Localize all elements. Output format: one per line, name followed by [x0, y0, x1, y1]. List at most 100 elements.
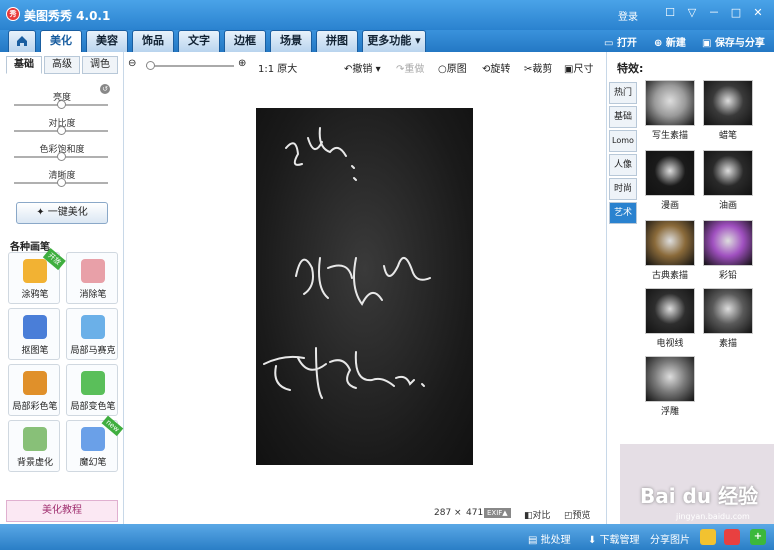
tab-scene[interactable]: 场景 — [270, 30, 312, 52]
effect-oil[interactable]: 油画 — [703, 150, 753, 212]
slider-saturation[interactable] — [14, 152, 108, 161]
tab-frame[interactable]: 边框 — [224, 30, 266, 52]
message-icon[interactable]: ☐ — [662, 6, 678, 20]
left-panel: 基础 高级 调色 ↺ 亮度 对比度 色彩饱和度 清晰度 ✦ 一键美化 各种画笔 … — [0, 52, 124, 524]
effect-classic-sketch[interactable]: 古典素描 — [645, 220, 695, 282]
effect-crayon[interactable]: 蜡笔 — [703, 80, 753, 142]
category-art[interactable]: 艺术 — [609, 202, 637, 224]
slider-sharpness[interactable] — [14, 178, 108, 187]
close-button[interactable]: ✕ — [750, 6, 766, 20]
effect-comic[interactable]: 漫画 — [645, 150, 695, 212]
add-icon[interactable]: + — [750, 529, 766, 545]
category-basic[interactable]: 基础 — [609, 106, 637, 128]
rotate-label: 旋转 — [490, 64, 511, 75]
login-button[interactable]: 登录 — [618, 8, 638, 23]
effect-sketch[interactable]: 写生素描 — [645, 80, 695, 142]
crop-button[interactable]: ✂裁剪 — [524, 60, 552, 75]
tool-color-brush[interactable]: 局部彩色笔 — [8, 364, 60, 416]
slider-knob[interactable] — [57, 152, 66, 161]
slider-brightness[interactable] — [14, 100, 108, 109]
effect-label: 油画 — [718, 201, 737, 211]
save-icon: ▣ — [702, 38, 715, 49]
skin-icon[interactable]: ▽ — [684, 6, 700, 20]
tool-recolor[interactable]: 局部变色笔 — [66, 364, 118, 416]
weibo-icon[interactable] — [724, 529, 740, 545]
tab-text[interactable]: 文字 — [178, 30, 220, 52]
effect-thumbnail — [703, 220, 753, 266]
batch-button[interactable]: ▤ 批处理 — [528, 531, 571, 546]
undo-button[interactable]: ↶撤销 ▾ — [344, 60, 381, 75]
restore-button[interactable]: □ — [728, 6, 744, 20]
redo-button[interactable]: ↷重做 — [396, 60, 424, 75]
category-fashion[interactable]: 时尚 — [609, 178, 637, 200]
subtab-advanced[interactable]: 高级 — [44, 56, 80, 74]
one-click-beautify-button[interactable]: ✦ 一键美化 — [16, 202, 108, 224]
minimize-button[interactable]: － — [706, 6, 722, 20]
tutorial-button[interactable]: 美化教程 — [6, 500, 118, 522]
pencil-icon — [23, 259, 47, 283]
slider-contrast[interactable] — [14, 126, 108, 135]
original-label: 原图 — [446, 64, 467, 75]
tool-label: 背景虚化 — [16, 458, 53, 468]
tab-collage[interactable]: 拼图 — [316, 30, 358, 52]
handwriting-image — [263, 127, 431, 399]
effect-label: 浮雕 — [660, 407, 679, 417]
preview-button[interactable]: ◰预览 — [564, 508, 591, 521]
resize-button[interactable]: ▣尺寸 — [564, 60, 593, 75]
effect-label: 写生素描 — [651, 131, 688, 141]
share-image-label: 分享图片 — [650, 535, 690, 546]
magic-icon: ✦ — [36, 207, 48, 218]
effect-thumbnail — [703, 80, 753, 126]
tool-cutout[interactable]: 抠图笔 — [8, 308, 60, 360]
tab-more[interactable]: 更多功能 ▾ — [362, 30, 426, 52]
original-button[interactable]: ○原图 — [438, 60, 467, 75]
tool-eraser[interactable]: 消除笔 — [66, 252, 118, 304]
paint-bucket-icon — [81, 371, 105, 395]
new-button[interactable]: ⊕ 新建 — [654, 34, 686, 49]
compare-button[interactable]: ◧对比 — [524, 508, 551, 521]
tool-label: 消除笔 — [79, 290, 107, 300]
main-tab-bar: 美化 美容 饰品 文字 边框 场景 拼图 更多功能 ▾ ▭ 打开 ⊕ 新建 ▣ … — [0, 30, 774, 52]
zoom-in-icon[interactable]: ⊕ — [238, 58, 246, 69]
category-lomo[interactable]: Lomo — [609, 130, 637, 152]
tool-magic-pen[interactable]: 魔幻笔 new — [66, 415, 124, 472]
home-icon — [17, 36, 27, 46]
batch-label: 批处理 — [540, 535, 571, 546]
open-button[interactable]: ▭ 打开 — [604, 34, 637, 49]
batch-icon: ▤ — [528, 535, 541, 546]
effect-emboss[interactable]: 浮雕 — [645, 356, 695, 418]
category-portrait[interactable]: 人像 — [609, 154, 637, 176]
exif-button[interactable]: EXIF▲ — [484, 508, 511, 518]
actual-size-button[interactable]: 1:1 原大 — [258, 60, 297, 75]
brush-icon — [23, 371, 47, 395]
tool-mosaic[interactable]: 局部马赛克 — [66, 308, 118, 360]
photo-canvas[interactable] — [256, 108, 473, 465]
zoom-knob[interactable] — [146, 61, 155, 70]
effect-tv-lines[interactable]: 电视线 — [645, 288, 695, 350]
download-manager-button[interactable]: ⬇ 下载管理 — [588, 531, 640, 546]
category-hot[interactable]: 热门 — [609, 82, 637, 104]
tab-beautify[interactable]: 美化 — [40, 30, 82, 52]
tab-face[interactable]: 美容 — [86, 30, 128, 52]
preview-label: 预览 — [572, 511, 591, 521]
subtab-basic[interactable]: 基础 — [6, 56, 42, 74]
subtab-color[interactable]: 调色 — [82, 56, 118, 74]
zoom-out-icon[interactable]: ⊖ — [128, 58, 136, 69]
download-icon: ⬇ — [588, 535, 600, 546]
star-icon[interactable] — [700, 529, 716, 545]
save-share-button[interactable]: ▣ 保存与分享 — [702, 34, 765, 49]
effect-thumbnail — [645, 220, 695, 266]
effect-color-pencil[interactable]: 彩铅 — [703, 220, 753, 282]
slider-knob[interactable] — [57, 178, 66, 187]
tool-doodle[interactable]: 涂鸦笔 开放 — [8, 248, 66, 304]
zoom-slider[interactable] — [146, 61, 234, 70]
tool-blur-bg[interactable]: 背景虚化 — [8, 420, 60, 472]
home-tab[interactable] — [8, 30, 36, 52]
circle-icon: ○ — [438, 64, 447, 75]
slider-knob[interactable] — [57, 100, 66, 109]
rotate-button[interactable]: ⟲旋转 — [482, 60, 510, 75]
tab-accessories[interactable]: 饰品 — [132, 30, 174, 52]
effect-pencil-sketch[interactable]: 素描 — [703, 288, 753, 350]
effects-title: 特效: — [617, 62, 644, 75]
slider-knob[interactable] — [57, 126, 66, 135]
